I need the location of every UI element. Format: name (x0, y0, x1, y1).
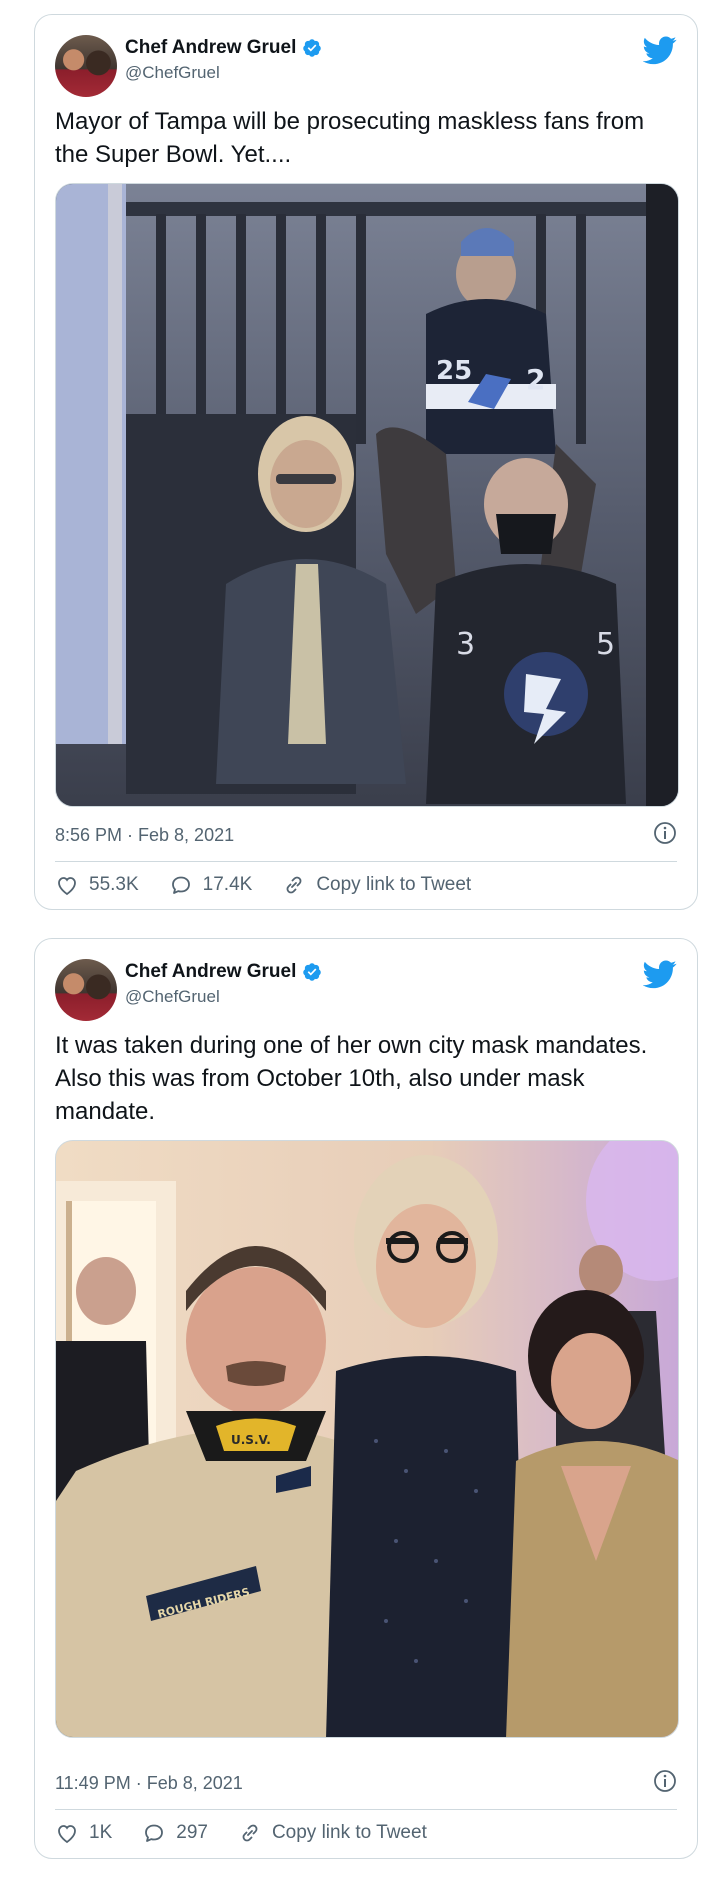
reply-icon (145, 1824, 164, 1842)
tweet-timestamp[interactable]: 11:49 PM · Feb 8, 2021 (55, 1773, 243, 1794)
jersey-number: 2 (526, 363, 545, 396)
author-handle[interactable]: @ChefGruel (125, 63, 220, 83)
info-icon[interactable] (653, 1769, 677, 1793)
tweet-text: It was taken during one of her own city … (55, 1032, 648, 1125)
like-button[interactable]: 55.3K (55, 873, 139, 897)
copy-link-label: Copy link to Tweet (271, 1822, 427, 1843)
copy-link-button[interactable]: Copy link to Tweet (282, 873, 471, 897)
author-row: Chef Andrew Gruel (125, 961, 322, 983)
tweet-actions: 55.3K 17.4K Copy link to Tweet (55, 873, 677, 897)
jersey-number: 5 (596, 627, 615, 662)
collar-insignia: U.S.V. (231, 1433, 271, 1447)
reply-count: 297 (176, 1822, 208, 1843)
twitter-bird-icon[interactable] (643, 957, 677, 991)
link-icon (242, 1824, 258, 1842)
tweet-card[interactable]: Chef Andrew Gruel @ChefGruel It was take… (34, 938, 698, 1859)
heart-icon (58, 877, 76, 896)
stadium-photo-illustration: 25 2 3 5 (56, 184, 678, 806)
author-name[interactable]: Chef Andrew Gruel (125, 37, 296, 59)
divider (55, 861, 677, 862)
author-name[interactable]: Chef Andrew Gruel (125, 961, 296, 983)
heart-icon (58, 1825, 76, 1844)
twitter-bird-icon[interactable] (643, 33, 677, 67)
tweet-timestamp[interactable]: 8:56 PM · Feb 8, 2021 (55, 825, 234, 846)
tweet-text: Mayor of Tampa will be prosecuting maskl… (55, 108, 645, 168)
reply-button[interactable]: 17.4K (169, 873, 253, 897)
verified-badge-icon (303, 39, 322, 57)
author-handle[interactable]: @ChefGruel (125, 987, 220, 1007)
tweet-card[interactable]: Chef Andrew Gruel @ChefGruel Mayor of Ta… (34, 14, 698, 910)
reply-icon (171, 876, 190, 894)
like-count: 55.3K (89, 874, 139, 895)
info-icon[interactable] (653, 821, 677, 845)
jersey-number: 3 (456, 627, 475, 662)
reply-button[interactable]: 297 (142, 1821, 208, 1845)
link-icon (286, 876, 302, 894)
gala-photo-illustration: U.S.V. ROUGH RIDERS (56, 1141, 678, 1737)
tweet-photo[interactable]: 25 2 3 5 (55, 183, 679, 807)
like-count: 1K (89, 1822, 113, 1843)
avatar[interactable] (55, 959, 117, 1021)
reply-count: 17.4K (202, 874, 253, 895)
copy-link-label: Copy link to Tweet (316, 874, 472, 895)
author-row: Chef Andrew Gruel (125, 37, 322, 59)
copy-link-button[interactable]: Copy link to Tweet (238, 1821, 427, 1845)
jersey-number: 25 (436, 356, 472, 386)
tweet-photo[interactable]: U.S.V. ROUGH RIDERS (55, 1140, 679, 1738)
verified-badge-icon (303, 963, 322, 981)
like-button[interactable]: 1K (55, 1821, 112, 1845)
avatar[interactable] (55, 35, 117, 97)
divider (55, 1809, 677, 1810)
tweet-actions: 1K 297 Copy link to Tweet (55, 1821, 677, 1845)
